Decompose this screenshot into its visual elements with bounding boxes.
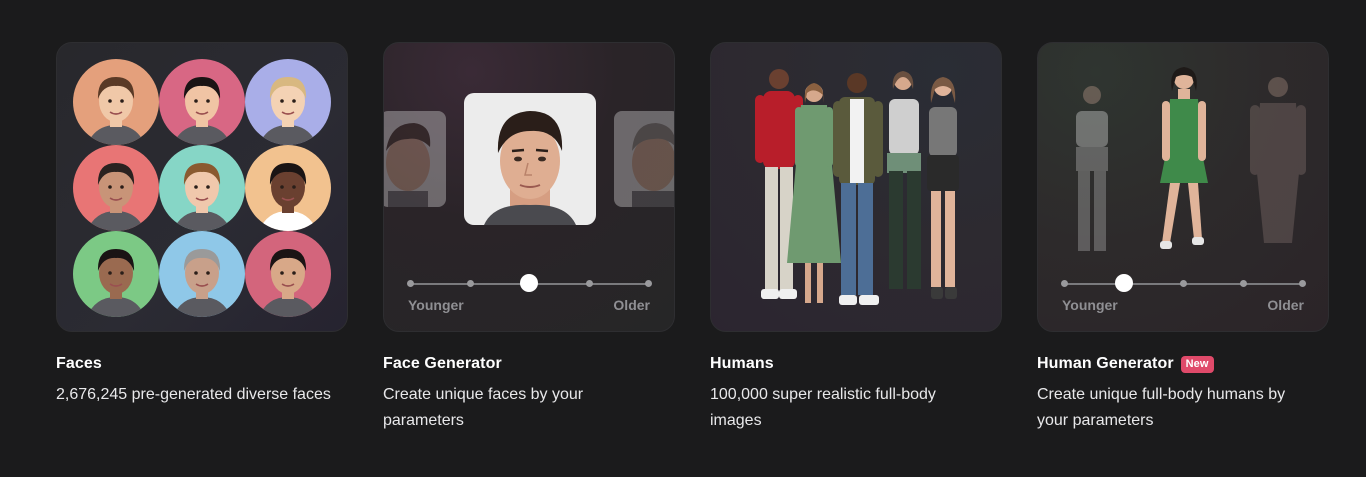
card-title: Human Generator New bbox=[1037, 354, 1329, 374]
card-title: Humans bbox=[710, 354, 1002, 374]
slider-tick bbox=[585, 280, 593, 287]
slider-tick bbox=[466, 280, 474, 287]
slider-tick bbox=[407, 280, 414, 287]
older-face-preview bbox=[614, 111, 674, 207]
faces-card[interactable]: Faces 2,676,245 pre-generated diverse fa… bbox=[56, 42, 348, 408]
body-age-preview-image bbox=[1076, 67, 1306, 251]
human-generator-thumbnail[interactable]: Younger Older bbox=[1037, 42, 1329, 332]
new-badge: New bbox=[1180, 355, 1214, 373]
humans-title: Humans bbox=[710, 355, 774, 372]
face-portrait bbox=[245, 145, 331, 231]
face-generator-thumbnail[interactable]: Younger Older bbox=[383, 42, 675, 332]
humans-thumbnail[interactable] bbox=[710, 42, 1002, 332]
slider-label-older: Older bbox=[1267, 297, 1304, 313]
face-generator-description: Create unique faces by your parameters bbox=[383, 386, 584, 429]
human-generator-card[interactable]: Younger Older Human Generator New Create… bbox=[1037, 42, 1329, 434]
face-generator-title: Face Generator bbox=[383, 355, 502, 372]
humans-description: 100,000 super realistic full-body images bbox=[710, 386, 936, 429]
human-generator-title: Human Generator bbox=[1037, 355, 1174, 372]
face-portrait bbox=[245, 59, 331, 145]
slider-label-older: Older bbox=[613, 297, 650, 313]
card-title: Face Generator bbox=[383, 354, 675, 374]
slider-thumb[interactable] bbox=[520, 274, 538, 292]
slider-label-younger: Younger bbox=[408, 297, 464, 313]
face-portrait bbox=[159, 145, 245, 231]
slider-tick bbox=[1061, 280, 1068, 287]
main-face-preview bbox=[464, 93, 596, 225]
face-portrait bbox=[73, 59, 159, 145]
face-portrait bbox=[245, 231, 331, 317]
slider-label-younger: Younger bbox=[1062, 297, 1118, 313]
slider-tick bbox=[1239, 280, 1247, 287]
slider-tick bbox=[1299, 280, 1306, 287]
slider-tick bbox=[645, 280, 652, 287]
human-generator-description: Create unique full-body humans by your p… bbox=[1037, 386, 1286, 429]
face-portrait bbox=[159, 59, 245, 145]
slider-tick bbox=[1180, 280, 1187, 287]
age-slider[interactable] bbox=[1061, 274, 1306, 292]
slider-thumb[interactable] bbox=[1114, 274, 1133, 292]
face-portrait bbox=[73, 231, 159, 317]
faces-title: Faces bbox=[56, 355, 102, 372]
face-portrait bbox=[159, 231, 245, 317]
faces-description: 2,676,245 pre-generated diverse faces bbox=[56, 386, 331, 403]
age-slider[interactable] bbox=[407, 274, 652, 292]
full-body-group-image bbox=[755, 69, 959, 305]
faces-thumbnail[interactable] bbox=[56, 42, 348, 332]
face-portrait bbox=[73, 145, 159, 231]
card-title: Faces bbox=[56, 354, 348, 374]
face-generator-card[interactable]: Younger Older Face Generator Create uniq… bbox=[383, 42, 675, 434]
younger-face-preview bbox=[384, 111, 446, 207]
humans-card[interactable]: Humans 100,000 super realistic full-body… bbox=[710, 42, 1002, 434]
